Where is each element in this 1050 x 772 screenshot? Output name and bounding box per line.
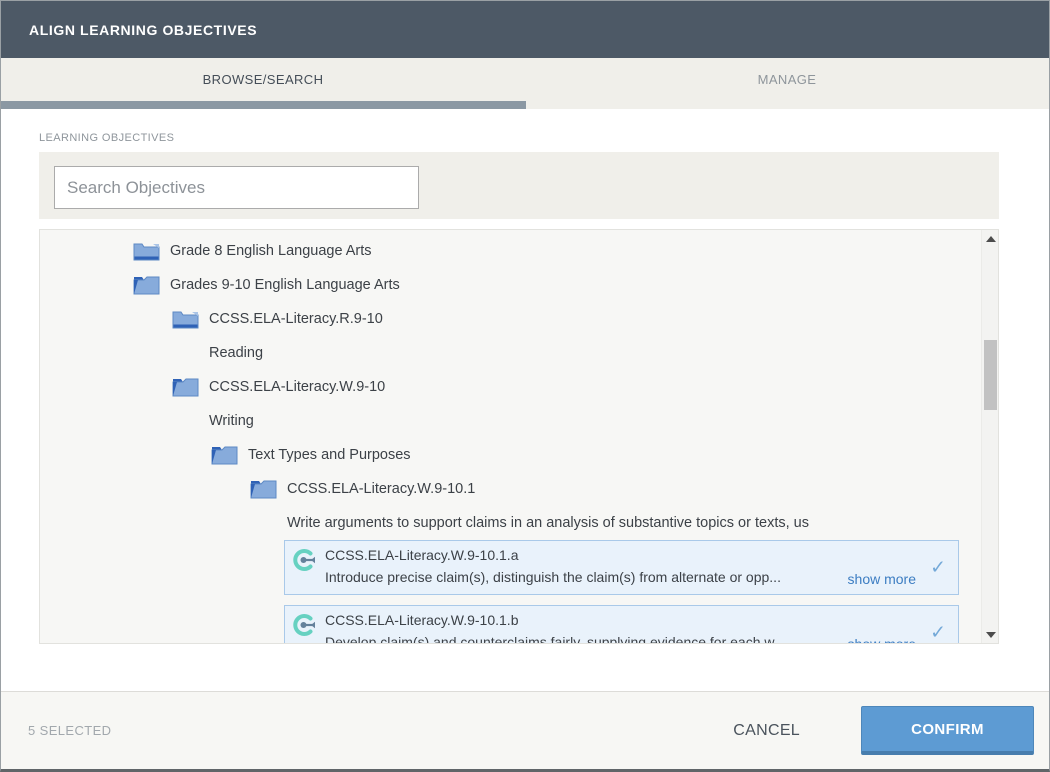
objective-description: Introduce precise claim(s), distinguish … xyxy=(325,569,855,585)
objective-target-icon xyxy=(292,548,318,574)
tree-folder-label: CCSS.ELA-Literacy.R.9-10 xyxy=(209,311,383,327)
tree-text-label: Write arguments to support claims in an … xyxy=(287,515,809,531)
tree-text-row: Write arguments to support claims in an … xyxy=(40,506,998,540)
objective-code: CCSS.ELA-Literacy.W.9-10.1.b xyxy=(325,612,518,628)
tab-manage-label: MANAGE xyxy=(758,72,817,87)
objective-card[interactable]: CCSS.ELA-Literacy.W.9-10.1.a Introduce p… xyxy=(284,540,959,595)
dialog-footer: 5 SELECTED CANCEL CONFIRM xyxy=(1,691,1049,769)
tree-text-row: Writing xyxy=(40,404,998,438)
tree-text-label: Writing xyxy=(209,413,254,429)
search-objectives-input[interactable] xyxy=(54,166,419,209)
tree-folder-label: Text Types and Purposes xyxy=(248,447,411,463)
dialog-body: LEARNING OBJECTIVES Grade 8 English Lang… xyxy=(1,109,1049,691)
cancel-button[interactable]: CANCEL xyxy=(727,721,806,741)
tree-folder-label: Grades 9-10 English Language Arts xyxy=(170,277,400,293)
tab-manage[interactable]: MANAGE xyxy=(525,58,1049,101)
tree-folder-row[interactable]: Text Types and Purposes xyxy=(40,438,998,472)
dialog-title: ALIGN LEARNING OBJECTIVES xyxy=(29,22,257,38)
show-more-link[interactable]: show more xyxy=(848,571,916,587)
tab-browse-search[interactable]: BROWSE/SEARCH xyxy=(1,58,525,101)
tree-folder-label: CCSS.ELA-Literacy.W.9-10 xyxy=(209,379,385,395)
check-icon: ✓ xyxy=(930,621,946,644)
scrollbar[interactable] xyxy=(981,230,998,643)
tree-folder-row[interactable]: CCSS.ELA-Literacy.W.9-10.1 xyxy=(40,472,998,506)
tree-folder-row[interactable]: Grades 9-10 English Language Arts xyxy=(40,268,998,302)
align-learning-objectives-dialog: ALIGN LEARNING OBJECTIVES BROWSE/SEARCH … xyxy=(0,0,1050,772)
folder-open-icon xyxy=(250,478,277,500)
folder-open-icon xyxy=(211,444,238,466)
tree-folder-label: Grade 8 English Language Arts xyxy=(170,243,372,259)
tree-folder-row[interactable]: CCSS.ELA-Literacy.W.9-10 xyxy=(40,370,998,404)
scroll-up-button[interactable] xyxy=(982,230,999,247)
scrollbar-thumb[interactable] xyxy=(984,340,997,410)
selected-count: 5 SELECTED xyxy=(28,723,111,738)
objective-target-icon xyxy=(292,613,318,639)
tab-browse-search-label: BROWSE/SEARCH xyxy=(203,72,324,87)
scroll-down-button[interactable] xyxy=(982,626,999,643)
folder-closed-icon xyxy=(172,308,199,330)
confirm-button[interactable]: CONFIRM xyxy=(861,706,1034,755)
tree-folder-row[interactable]: CCSS.ELA-Literacy.R.9-10 xyxy=(40,302,998,336)
check-icon: ✓ xyxy=(930,556,946,579)
folder-open-icon xyxy=(133,274,160,296)
tab-bar: BROWSE/SEARCH MANAGE xyxy=(1,58,1049,109)
objective-description: Develop claim(s) and counterclaims fairl… xyxy=(325,634,855,644)
tree-folder-label: CCSS.ELA-Literacy.W.9-10.1 xyxy=(287,481,475,497)
learning-objectives-label: LEARNING OBJECTIVES xyxy=(39,132,174,144)
folder-open-icon xyxy=(172,376,199,398)
objective-code: CCSS.ELA-Literacy.W.9-10.1.a xyxy=(325,547,518,563)
show-more-link[interactable]: show more xyxy=(848,636,916,644)
objectives-tree-list: Grade 8 English Language Arts Grades 9-1… xyxy=(39,229,999,644)
active-tab-underline xyxy=(1,101,526,109)
search-panel xyxy=(39,152,999,219)
objective-card[interactable]: CCSS.ELA-Literacy.W.9-10.1.b Develop cla… xyxy=(284,605,959,644)
tree-folder-row[interactable]: Grade 8 English Language Arts xyxy=(40,234,998,268)
tree-text-label: Reading xyxy=(209,345,263,361)
dialog-header: ALIGN LEARNING OBJECTIVES xyxy=(1,1,1049,58)
folder-closed-icon xyxy=(133,240,160,262)
tree-text-row: Reading xyxy=(40,336,998,370)
scroll-down-arrow-icon xyxy=(986,632,996,638)
scroll-up-arrow-icon xyxy=(986,236,996,242)
